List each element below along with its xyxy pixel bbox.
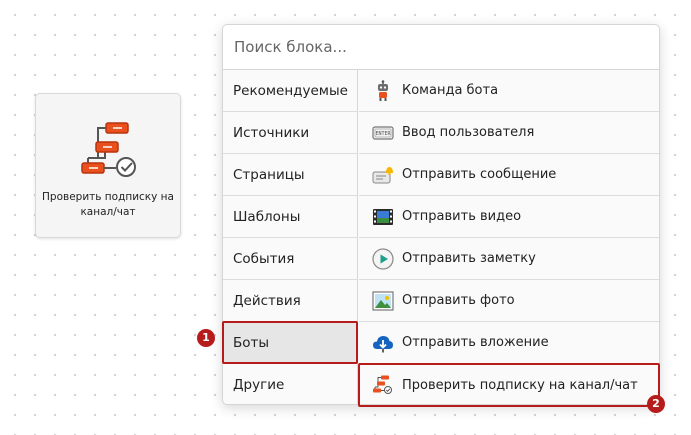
category-item-templates[interactable]: Шаблоны	[223, 196, 357, 238]
block-item-send-attachment[interactable]: Отправить вложение	[359, 322, 659, 364]
cloud-download-icon	[372, 332, 394, 354]
block-list: Команда бота ENTER Ввод пользователя Отп…	[358, 70, 660, 407]
block-item-bot-command[interactable]: Команда бота	[359, 70, 659, 112]
block-search-input[interactable]	[223, 25, 659, 70]
block-item-send-message[interactable]: Отправить сообщение	[359, 154, 659, 196]
block-item-label: Проверить подписку на канал/чат	[402, 377, 638, 393]
category-item-other[interactable]: Другие	[223, 364, 357, 406]
photo-icon	[372, 290, 394, 312]
block-item-label: Команда бота	[402, 83, 499, 98]
category-item-actions[interactable]: Действия	[223, 280, 357, 322]
annotation-badge-1: 1	[197, 329, 215, 347]
category-item-recommended[interactable]: Рекомендуемые	[223, 70, 357, 112]
annotation-badge-2: 2	[647, 395, 665, 413]
video-film-icon	[372, 206, 394, 228]
block-item-check-subscription[interactable]: Проверить подписку на канал/чат	[358, 363, 660, 407]
block-item-send-video[interactable]: Отправить видео	[359, 196, 659, 238]
category-item-pages[interactable]: Страницы	[223, 154, 357, 196]
block-item-label: Отправить фото	[402, 293, 515, 308]
block-item-label: Отправить вложение	[402, 335, 549, 350]
category-item-sources[interactable]: Источники	[223, 112, 357, 154]
enter-key-icon: ENTER	[372, 122, 394, 144]
check-subscription-icon	[372, 374, 394, 396]
check-subscription-flow-icon	[78, 120, 144, 178]
node-label: Проверить подписку на канал/чат	[42, 191, 174, 218]
category-item-bots[interactable]: Боты	[222, 321, 358, 364]
category-item-events[interactable]: События	[223, 238, 357, 280]
message-bell-icon	[372, 164, 394, 186]
block-item-label: Отправить заметку	[402, 251, 536, 266]
block-item-label: Ввод пользователя	[402, 125, 535, 140]
block-item-send-note[interactable]: Отправить заметку	[359, 238, 659, 280]
block-picker: Рекомендуемые Источники Страницы Шаблоны…	[222, 24, 660, 407]
block-item-send-photo[interactable]: Отправить фото	[359, 280, 659, 322]
svg-text:ENTER: ENTER	[375, 131, 391, 137]
play-circle-icon	[372, 247, 394, 270]
category-list: Рекомендуемые Источники Страницы Шаблоны…	[222, 70, 358, 406]
block-item-user-input[interactable]: ENTER Ввод пользователя	[359, 112, 659, 154]
block-item-label: Отправить видео	[402, 209, 522, 224]
block-item-label: Отправить сообщение	[402, 167, 557, 182]
check-subscription-node[interactable]: Проверить подписку на канал/чат	[35, 93, 181, 238]
robot-icon	[372, 79, 394, 102]
